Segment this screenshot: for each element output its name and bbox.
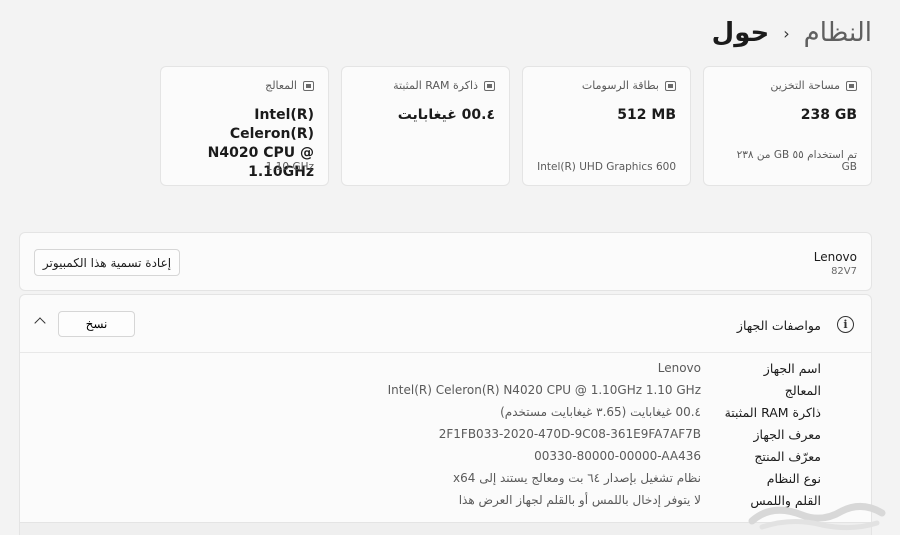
card-footer: 1.10 GHz <box>265 161 314 173</box>
card-title: مساحة التخزين <box>770 79 840 92</box>
card-value: 512 MB <box>617 107 676 123</box>
spec-value: 2F1FB033-2020-470D-9C08-361E9FA7AF7B <box>438 427 701 441</box>
card-footer: Intel(R) UHD Graphics 600 <box>537 161 676 173</box>
spec-value: 00330-80000-00000-AA436 <box>534 449 701 463</box>
breadcrumb-parent[interactable]: النظام <box>804 18 872 48</box>
spec-row: معرف الجهاز 2F1FB033-2020-470D-9C08-361E… <box>20 427 871 447</box>
card-title: المعالج <box>265 79 297 92</box>
spec-value: Lenovo <box>657 361 701 375</box>
device-name: Lenovo <box>813 250 857 264</box>
card-title: ذاكرة RAM المثبتة <box>393 79 478 92</box>
rename-pc-button[interactable]: إعادة تسمية هذا الكمبيوتر <box>34 249 180 276</box>
card-processor: المعالج Intel(R) Celeron(R) N4020 CPU @ … <box>160 66 329 186</box>
spec-value: نظام تشغيل بإصدار ٦٤ بت ومعالج يستند إلى… <box>453 471 701 485</box>
spec-row: نوع النظام نظام تشغيل بإصدار ٦٤ بت ومعال… <box>20 471 871 491</box>
spec-label: نوع النظام <box>766 471 821 486</box>
card-footer: تم استخدام ٥٥ GB من ٢٣٨ GB <box>736 149 857 173</box>
device-name-bar: Lenovo 82V7 إعادة تسمية هذا الكمبيوتر <box>19 232 872 291</box>
spec-label: معرّف المنتج <box>754 449 821 464</box>
spec-row: اسم الجهاز Lenovo <box>20 361 871 381</box>
cpu-icon <box>303 80 314 91</box>
summary-cards: مساحة التخزين 238 GB تم استخدام ٥٥ GB من… <box>160 66 872 186</box>
card-value: 238 GB <box>800 107 857 123</box>
card-title: بطاقة الرسومات <box>581 79 659 92</box>
breadcrumb: النظام › حول <box>712 18 872 48</box>
spec-value: Intel(R) Celeron(R) N4020 CPU @ 1.10GHz … <box>387 383 701 397</box>
spec-label: معرف الجهاز <box>753 427 821 442</box>
page-title: حول <box>711 18 770 48</box>
info-icon: i <box>837 316 854 333</box>
watermark-logo <box>748 503 886 531</box>
device-model: 82V7 <box>831 266 857 277</box>
storage-icon <box>846 80 857 91</box>
chevron-right-icon: › <box>783 23 790 43</box>
ram-icon <box>484 80 495 91</box>
specs-title: مواصفات الجهاز <box>736 318 821 333</box>
gpu-icon <box>665 80 676 91</box>
copy-button[interactable]: نسخ <box>58 311 135 337</box>
spec-label: ذاكرة RAM المثبتة <box>724 405 821 420</box>
chevron-up-icon[interactable] <box>34 317 46 329</box>
card-storage: مساحة التخزين 238 GB تم استخدام ٥٥ GB من… <box>703 66 872 186</box>
spec-row: معرّف المنتج 00330-80000-00000-AA436 <box>20 449 871 469</box>
spec-row: المعالج Intel(R) Celeron(R) N4020 CPU @ … <box>20 383 871 403</box>
card-graphics: بطاقة الرسومات 512 MB Intel(R) UHD Graph… <box>522 66 691 186</box>
spec-label: المعالج <box>784 383 821 398</box>
specs-header[interactable]: i مواصفات الجهاز نسخ <box>20 295 871 353</box>
card-ram: ذاكرة RAM المثبتة ٤.00 غيغابايت <box>341 66 510 186</box>
spec-value: لا يتوفر إدخال باللمس أو بالقلم لجهاز ال… <box>458 493 701 507</box>
spec-row: ذاكرة RAM المثبتة ٤.00 غيغابايت (٣.65 غي… <box>20 405 871 425</box>
spec-label: اسم الجهاز <box>763 361 821 376</box>
card-value: ٤.00 غيغابايت <box>397 107 495 123</box>
spec-value: ٤.00 غيغابايت (٣.65 غيغابايت مستخدم) <box>500 405 701 419</box>
